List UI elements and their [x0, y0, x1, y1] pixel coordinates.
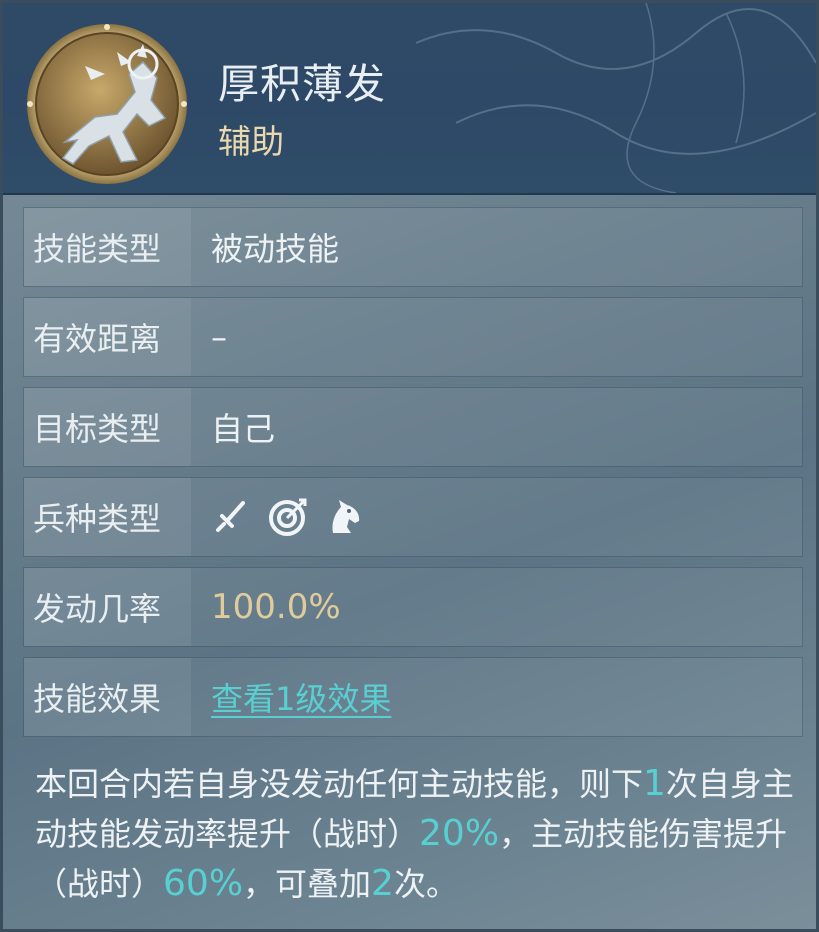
skill-role: 辅助 [218, 122, 284, 161]
row-label: 兵种类型 [33, 500, 162, 538]
row-label-cell: 兵种类型 [24, 478, 191, 556]
skill-header: 厚积薄发 辅助 [3, 3, 816, 195]
horse-emblem-icon [27, 24, 187, 184]
row-label-cell: 目标类型 [24, 388, 191, 466]
desc-number: 1 [643, 763, 666, 804]
desc-number: 60% [163, 863, 244, 904]
desc-number: 20% [419, 813, 500, 854]
row-label: 技能效果 [33, 680, 162, 718]
skill-tooltip-panel: 厚积薄发 辅助 技能类型 被动技能 有效距离 – 目标类型 自己 兵种类型 发动… [0, 0, 819, 932]
trigger-rate-value: 100.0% [211, 587, 341, 627]
desc-number: 2 [371, 863, 394, 904]
effective-range-value: – [211, 318, 227, 356]
row-label: 发动几率 [33, 590, 162, 628]
skill-description: 本回合内若自身没发动任何主动技能，则下1次自身主动技能发动率提升（战时）20%，… [35, 759, 795, 909]
row-label: 目标类型 [33, 410, 162, 448]
row-label-cell: 有效距离 [24, 298, 191, 376]
row-target-type: 目标类型 自己 [23, 387, 803, 467]
horse-head-icon [332, 500, 360, 533]
skill-type-value: 被动技能 [211, 230, 340, 268]
desc-text: 本回合内若自身没发动任何主动技能，则下 [35, 765, 644, 803]
row-label-cell: 发动几率 [24, 568, 191, 646]
sword-icon [216, 501, 245, 532]
troop-type-icons [211, 478, 363, 556]
row-label: 有效距离 [33, 320, 162, 358]
row-label: 技能类型 [33, 230, 162, 268]
row-troop-type: 兵种类型 [23, 477, 803, 557]
row-skill-type: 技能类型 被动技能 [23, 207, 803, 287]
row-label-cell: 技能效果 [24, 658, 191, 736]
row-skill-effect: 技能效果 查看1级效果 [23, 657, 803, 737]
row-label-cell: 技能类型 [24, 208, 191, 286]
target-type-value: 自己 [211, 410, 276, 448]
row-effective-range: 有效距离 – [23, 297, 803, 377]
desc-text: ，可叠加 [243, 865, 372, 903]
desc-text: 次。 [393, 865, 458, 903]
skill-attributes: 技能类型 被动技能 有效距离 – 目标类型 自己 兵种类型 发动几率 100.0… [23, 207, 803, 747]
target-bow-icon [269, 498, 307, 536]
row-trigger-rate: 发动几率 100.0% [23, 567, 803, 647]
view-effect-link[interactable]: 查看1级效果 [211, 658, 391, 736]
map-texture-decoration [415, 3, 816, 193]
skill-name: 厚积薄发 [218, 60, 386, 108]
